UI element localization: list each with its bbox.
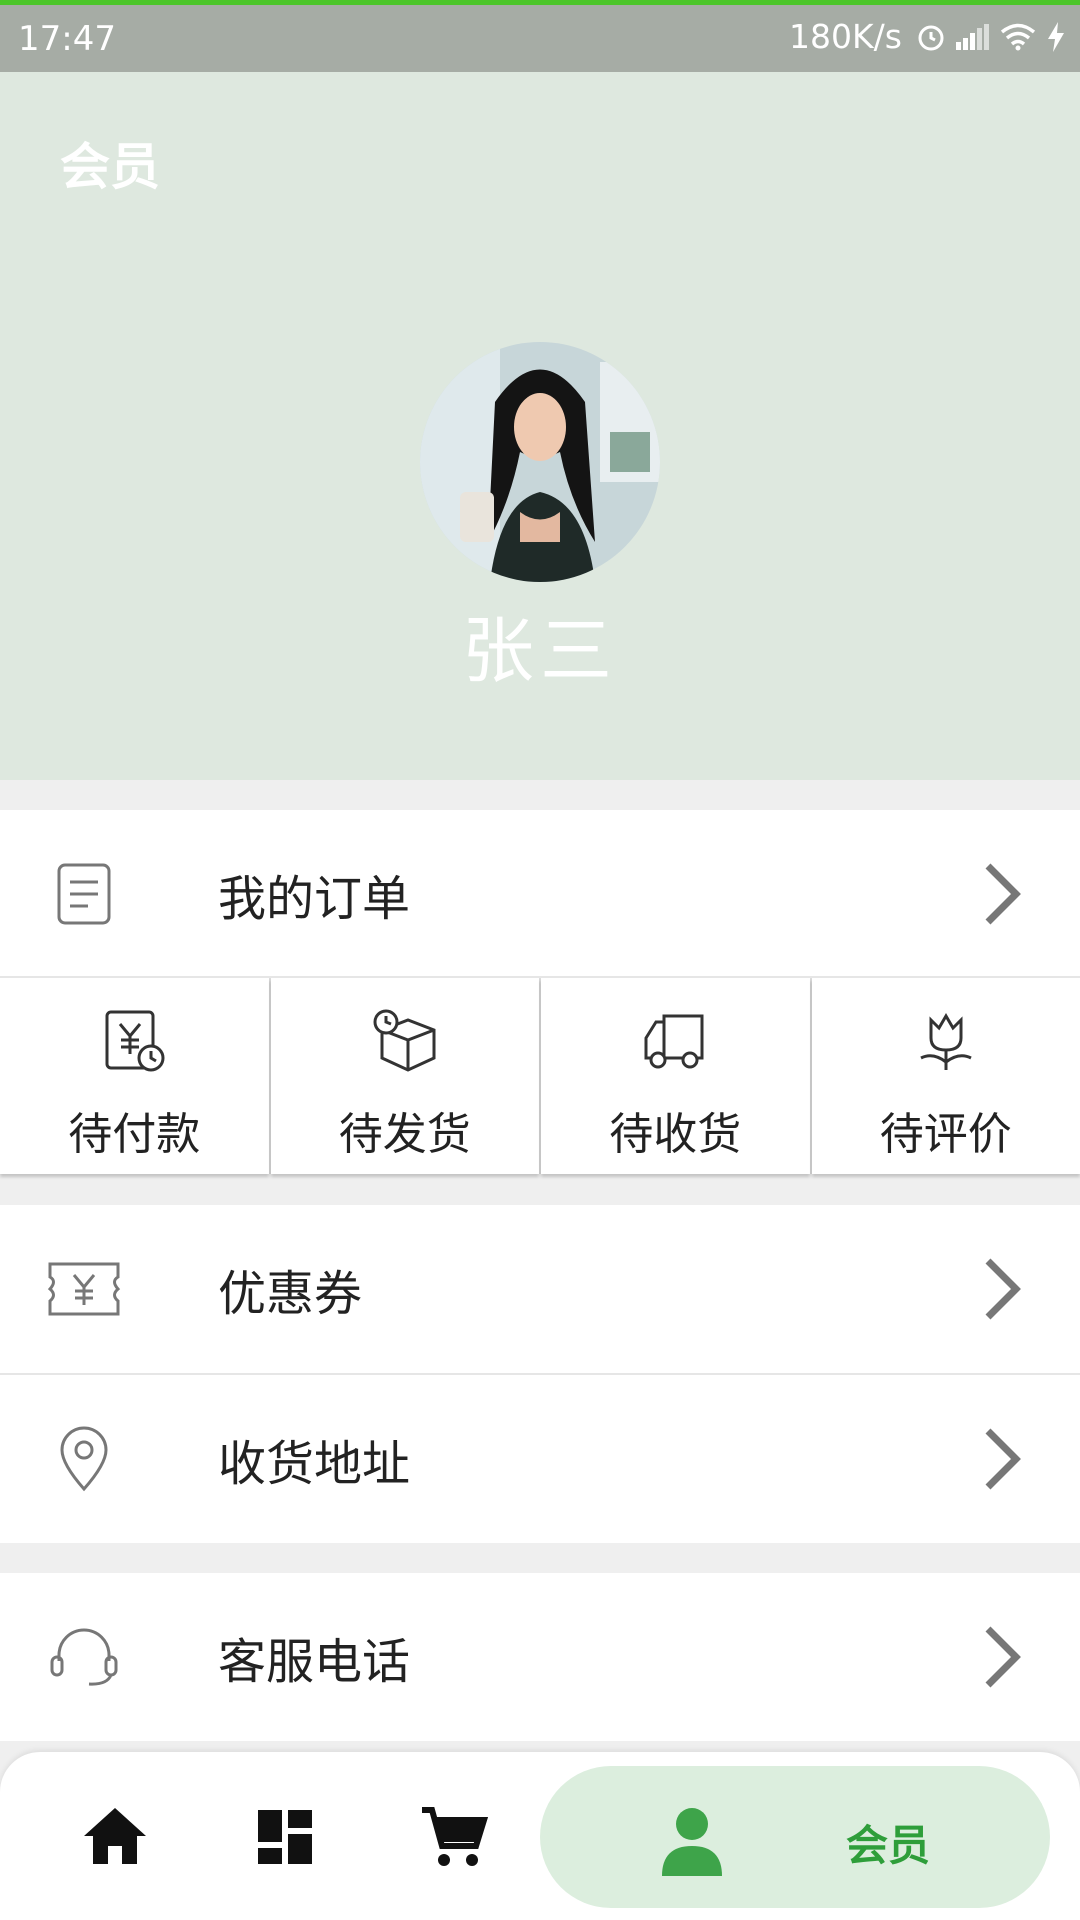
avatar[interactable]: [420, 342, 660, 582]
address-row[interactable]: 收货地址: [0, 1375, 1080, 1543]
username: 张三: [461, 609, 618, 693]
my-orders-label: 我的订单: [218, 871, 411, 927]
bottom-nav: 会员: [0, 1752, 1080, 1920]
pending-shipment-button[interactable]: 待发货: [270, 978, 539, 1174]
coupons-label: 优惠券: [218, 1266, 363, 1322]
status-right: 180K/s: [789, 17, 1066, 56]
chevron-right-icon: [985, 1428, 1021, 1490]
my-orders-row[interactable]: 我的订单: [0, 810, 1080, 978]
member-header: 会员 张三: [0, 72, 1080, 780]
address-label: 收货地址: [218, 1436, 411, 1492]
order-status-grid: 待付款 待发货 待收货 待评价: [0, 978, 1080, 1174]
status-bar: 17:47 180K/s: [0, 5, 1080, 72]
coupon-icon: [44, 1249, 124, 1329]
chevron-right-icon: [985, 1258, 1021, 1320]
order-status-label: 待发货: [338, 1109, 471, 1160]
customer-service-label: 客服电话: [218, 1634, 411, 1690]
person-icon: [662, 1808, 722, 1876]
member-tab-label: 会员: [846, 1821, 931, 1870]
order-status-label: 待评价: [879, 1109, 1012, 1160]
order-status-label: 待付款: [68, 1109, 201, 1160]
member-tab[interactable]: 会员: [540, 1766, 1050, 1908]
chevron-right-icon: [985, 1626, 1021, 1688]
document-icon: [44, 854, 124, 934]
alarm-icon: [918, 25, 944, 50]
status-time: 17:47: [18, 19, 116, 59]
location-pin-icon: [44, 1419, 124, 1499]
coupons-row[interactable]: 优惠券: [0, 1205, 1080, 1373]
pending-receipt-button[interactable]: 待收货: [541, 978, 810, 1174]
truck-icon: [644, 1014, 704, 1069]
box-clock-icon: [373, 1009, 436, 1072]
page-title: 会员: [60, 138, 160, 196]
cart-icon[interactable]: [418, 1802, 488, 1872]
home-icon[interactable]: [80, 1802, 150, 1872]
category-grid-icon[interactable]: [250, 1802, 320, 1872]
customer-service-row[interactable]: 客服电话: [0, 1573, 1080, 1741]
yuan-clock-icon: [105, 1010, 165, 1072]
wifi-icon: [1000, 23, 1036, 50]
chevron-right-icon: [985, 863, 1021, 925]
flower-icon: [920, 1013, 972, 1070]
order-status-label: 待收货: [609, 1109, 742, 1160]
pending-review-button[interactable]: 待评价: [811, 978, 1080, 1174]
headset-icon: [44, 1617, 124, 1697]
charging-icon: [1048, 21, 1064, 52]
network-speed: 180K/s: [789, 17, 902, 56]
signal-icon: [956, 23, 989, 50]
pending-payment-button[interactable]: 待付款: [0, 978, 269, 1174]
avatar-photo: [420, 342, 660, 582]
